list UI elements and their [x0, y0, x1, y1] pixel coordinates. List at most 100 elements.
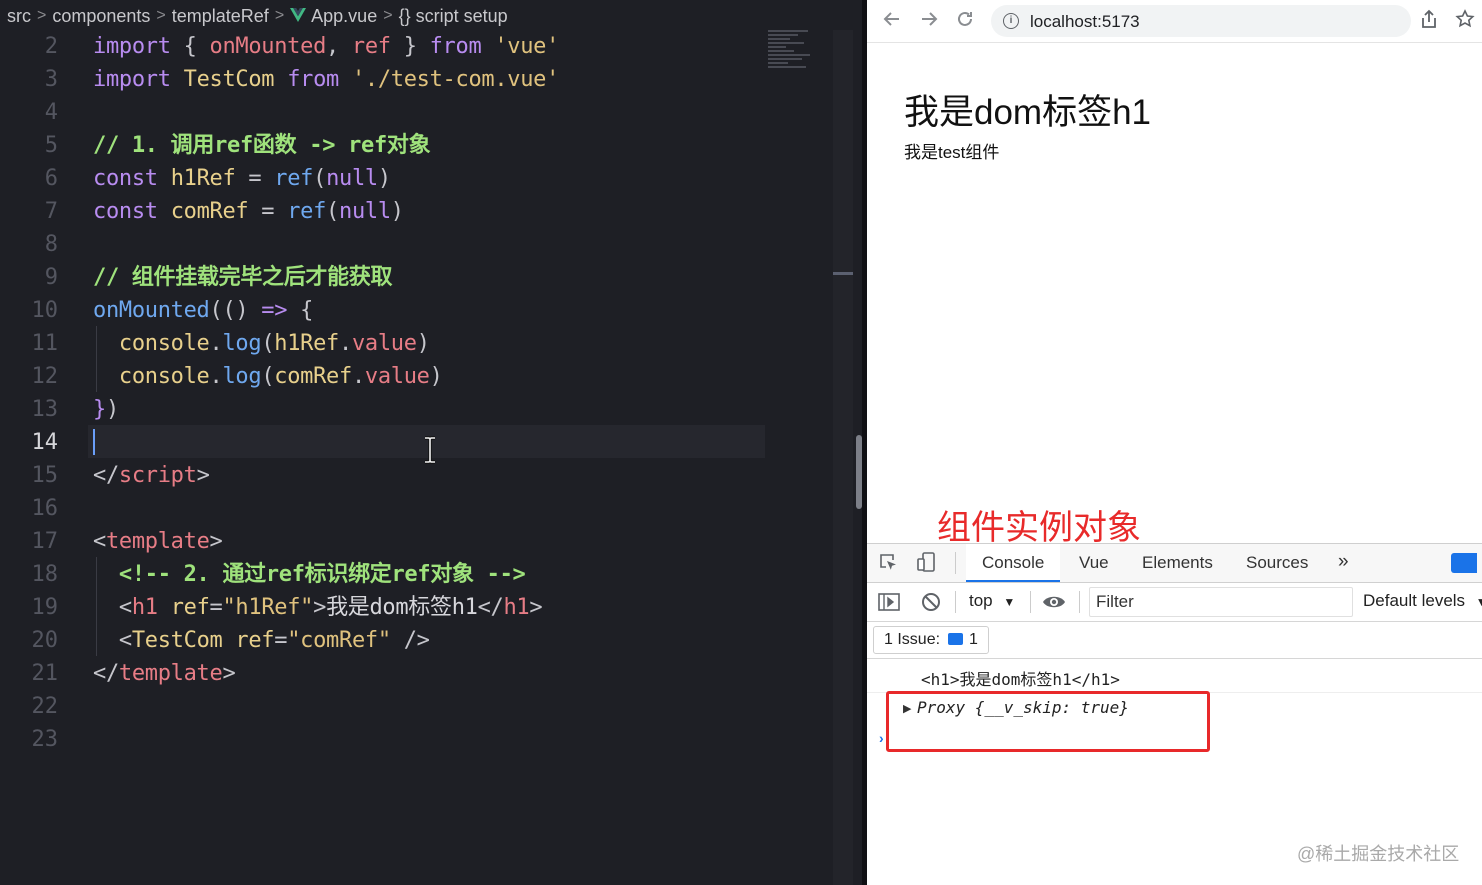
- code-line[interactable]: 3 import TestCom from './test-com.vue': [0, 63, 830, 96]
- code-line[interactable]: 13}): [0, 393, 830, 426]
- code-token: >: [313, 595, 327, 620]
- bookmark-star-icon[interactable]: [1455, 9, 1475, 35]
- inspect-element-icon[interactable]: [879, 553, 897, 571]
- breadcrumb-app-vue[interactable]: App.vue: [311, 6, 377, 27]
- code-token: ): [429, 364, 443, 389]
- reload-icon[interactable]: [953, 9, 977, 33]
- code-line[interactable]: 6 const h1Ref = ref(null): [0, 162, 830, 195]
- line-number: 22: [31, 694, 59, 719]
- code-text: </template>: [93, 657, 236, 690]
- code-token: ref: [287, 199, 327, 224]
- vue-logo-icon: [290, 6, 307, 27]
- tab-vue[interactable]: Vue: [1079, 553, 1109, 573]
- scrollbar-cursor-marker: [833, 272, 853, 275]
- code-token: ref: [351, 34, 391, 59]
- code-line[interactable]: 8: [0, 228, 830, 261]
- code-line[interactable]: 7 const comRef = ref(null): [0, 195, 830, 228]
- code-token: const: [93, 199, 158, 224]
- code-token: onMounted: [209, 34, 327, 59]
- code-token: ref: [235, 628, 275, 653]
- code-token: =: [274, 628, 288, 653]
- clear-console-icon[interactable]: [921, 592, 941, 612]
- code-line[interactable]: 2 import { onMounted, ref } from 'vue': [0, 30, 830, 63]
- code-line[interactable]: 16: [0, 492, 830, 525]
- devtools-panel: Console Vue Elements Sources » top ▼ Fil…: [867, 543, 1482, 885]
- editor-scrollbar[interactable]: [833, 30, 853, 885]
- address-url[interactable]: localhost:5173: [1030, 12, 1140, 32]
- code-token: ): [416, 331, 430, 356]
- code-editor[interactable]: src > components > templateRef > App.vue…: [0, 0, 866, 885]
- tab-console-label: Console: [982, 553, 1045, 572]
- line-number: 14: [31, 430, 59, 455]
- code-token: </: [477, 595, 504, 620]
- code-token: from: [287, 67, 339, 92]
- line-number: 21: [31, 661, 59, 686]
- tab-console[interactable]: Console: [966, 544, 1060, 582]
- breadcrumb-templateref[interactable]: templateRef: [172, 6, 269, 27]
- live-expression-eye-icon[interactable]: [1042, 594, 1066, 610]
- minimap[interactable]: [768, 30, 814, 80]
- code-line[interactable]: 18 <!-- 2. 通过ref标识绑定ref对象 -->: [0, 558, 830, 591]
- line-number: 15: [31, 463, 59, 488]
- code-line[interactable]: 22: [0, 690, 830, 723]
- console-prompt[interactable]: ›: [879, 730, 884, 746]
- code-line[interactable]: 12 console.log(comRef.value): [0, 360, 830, 393]
- code-token: .: [209, 331, 223, 356]
- code-text: <TestCom ref="comRef" />: [93, 624, 430, 657]
- more-tabs-icon[interactable]: »: [1338, 551, 1349, 573]
- site-info-icon[interactable]: i: [1003, 13, 1019, 29]
- back-arrow-icon[interactable]: [880, 9, 904, 33]
- code-line[interactable]: 21 </template>: [0, 657, 830, 690]
- device-toggle-icon[interactable]: [917, 552, 937, 572]
- code-token: h1: [503, 595, 530, 620]
- code-token: }: [390, 34, 430, 59]
- code-line[interactable]: 15 </script>: [0, 459, 830, 492]
- breadcrumb-script-setup[interactable]: script setup: [416, 6, 508, 27]
- watermark: @稀土掘金技术社区: [1297, 844, 1460, 864]
- forward-arrow-icon[interactable]: [917, 9, 941, 33]
- tab-elements[interactable]: Elements: [1142, 553, 1213, 573]
- breadcrumb-separator: >: [383, 7, 393, 24]
- filter-input[interactable]: Filter: [1089, 587, 1353, 617]
- issues-count: 1: [969, 631, 978, 648]
- code-line[interactable]: 23: [0, 723, 830, 756]
- code-token: log: [222, 364, 262, 389]
- share-icon[interactable]: [1420, 9, 1438, 35]
- code-text: </script>: [93, 459, 210, 492]
- breadcrumb-src[interactable]: src: [7, 6, 31, 27]
- highlight-box: [886, 691, 1210, 752]
- code-token: >: [529, 595, 543, 620]
- code-token: onMounted: [93, 298, 210, 323]
- console-log-entry[interactable]: <h1>我是dom标签h1</h1>: [867, 658, 1482, 693]
- code-line[interactable]: 19 <h1 ref="h1Ref">我是dom标签h1</h1>: [0, 591, 830, 624]
- code-line[interactable]: 5 // 1. 调用ref函数 -> ref对象: [0, 129, 830, 162]
- code-line[interactable]: 20 <TestCom ref="comRef" />: [0, 624, 830, 657]
- code-text: onMounted(() => {: [93, 294, 313, 327]
- messages-icon[interactable]: [1451, 553, 1477, 573]
- code-token: comRef: [274, 364, 352, 389]
- address-bar[interactable]: i localhost:5173: [991, 5, 1411, 37]
- issues-button[interactable]: 1 Issue: 1: [873, 626, 989, 654]
- code-line[interactable]: 14: [0, 426, 830, 459]
- code-line[interactable]: 17 <template>: [0, 525, 830, 558]
- log-levels-dropdown[interactable]: Default levels ▼: [1363, 591, 1482, 611]
- code-token: './test-com.vue': [351, 67, 560, 92]
- code-line[interactable]: 11 console.log(h1Ref.value): [0, 327, 830, 360]
- sidebar-toggle-icon[interactable]: [878, 592, 900, 612]
- breadcrumb-components[interactable]: components: [52, 6, 150, 27]
- code-token: <: [118, 595, 132, 620]
- code-line[interactable]: 4: [0, 96, 830, 129]
- code-token: TestCom: [131, 628, 223, 653]
- code-line[interactable]: 9 // 组件挂载完毕之后才能获取: [0, 261, 830, 294]
- code-token: .: [209, 364, 223, 389]
- code-token: const: [93, 166, 158, 191]
- code-token: h1Ref: [274, 331, 339, 356]
- code-text: const comRef = ref(null): [93, 195, 404, 228]
- context-selector[interactable]: top ▼: [969, 591, 1015, 611]
- code-line[interactable]: 10 onMounted(() => {: [0, 294, 830, 327]
- toolbar-divider: [1079, 591, 1080, 613]
- tab-sources[interactable]: Sources: [1246, 553, 1308, 573]
